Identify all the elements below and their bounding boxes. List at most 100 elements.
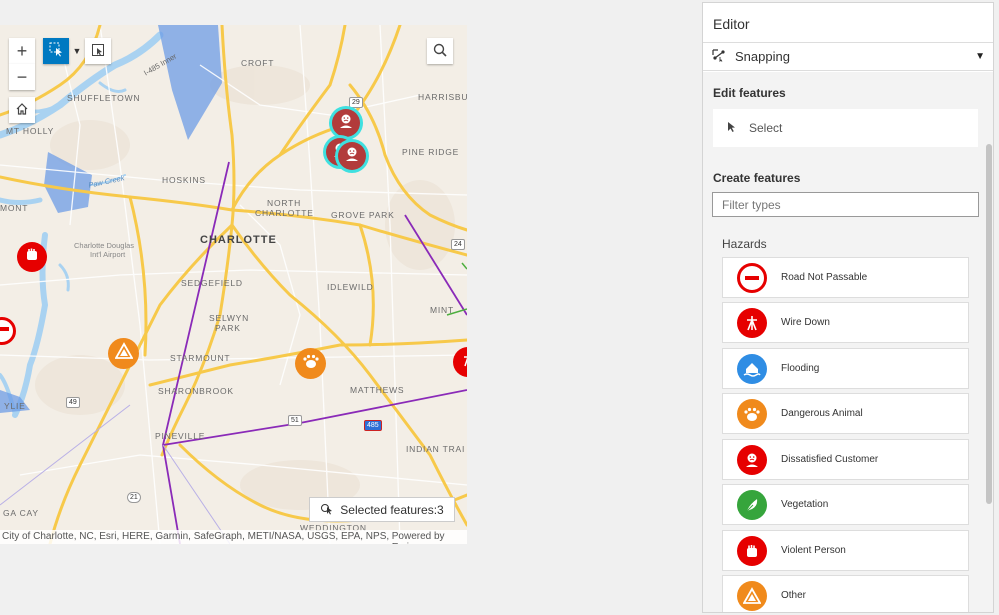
- place-label-ga-cay: GA CAY: [3, 508, 39, 518]
- dangerous-animal-marker[interactable]: [295, 348, 326, 379]
- route-shield-24: 24: [451, 239, 465, 250]
- template-dissatisfied-customer[interactable]: Dissatisfied Customer: [722, 439, 969, 480]
- select-tool-button[interactable]: [43, 38, 69, 64]
- home-icon: [15, 100, 29, 121]
- create-features-heading: Create features: [713, 171, 801, 185]
- route-shield-49: 49: [66, 397, 80, 408]
- template-flooding[interactable]: Flooding: [722, 348, 969, 389]
- place-label-pineville: PINEVILLE: [155, 431, 206, 441]
- edit-features-heading: Edit features: [713, 86, 786, 100]
- flooding-icon: [737, 353, 767, 384]
- template-label: Wire Down: [781, 317, 830, 328]
- other-hazard-marker[interactable]: [108, 338, 139, 369]
- template-violent-person[interactable]: Violent Person: [722, 530, 969, 571]
- template-label: Violent Person: [781, 545, 846, 556]
- dangerous-animal-icon: [737, 398, 767, 429]
- interstate-shield-485: 485: [364, 420, 382, 431]
- powered-by-esri[interactable]: Powered by Esri: [392, 531, 463, 544]
- map-attribution: City of Charlotte, NC, Esri, HERE, Garmi…: [0, 530, 467, 544]
- place-label-mint-hill: MINT: [430, 305, 454, 315]
- select-tool-dropdown[interactable]: ▼: [69, 38, 85, 64]
- lasso-select-button[interactable]: [85, 38, 111, 64]
- attribution-text: City of Charlotte, NC, Esri, HERE, Garmi…: [2, 531, 390, 544]
- dissatisfied-customer-icon: [737, 444, 767, 475]
- violent-person-icon: [23, 246, 41, 269]
- template-label: Other: [781, 590, 807, 601]
- rectangle-select-icon: [48, 41, 64, 62]
- wire-down-icon: [737, 307, 767, 338]
- lasso-select-icon: [91, 41, 105, 62]
- caret-down-icon: ▼: [72, 46, 82, 56]
- template-label: Road Not Passable: [781, 272, 868, 283]
- place-label-matthews: MATTHEWS: [350, 385, 405, 395]
- caret-down-icon: ▼: [975, 51, 985, 62]
- place-label-airport-line1: Charlotte Douglas: [74, 241, 135, 250]
- editor-scrollbar[interactable]: [986, 144, 992, 504]
- template-other[interactable]: Other: [722, 575, 969, 612]
- template-vegetation[interactable]: Vegetation: [722, 484, 969, 525]
- home-button[interactable]: [9, 97, 35, 123]
- selected-features-button[interactable]: Selected features:3: [309, 497, 455, 522]
- sad-face-icon: [337, 112, 355, 135]
- road-not-passable-icon: [737, 262, 767, 293]
- warning-triangle-icon: [113, 342, 134, 365]
- template-label: Dangerous Animal: [781, 408, 863, 419]
- cursor-icon: [727, 121, 737, 136]
- zoom-in-button[interactable]: +: [9, 38, 35, 64]
- snapping-toggle[interactable]: Snapping ▼: [703, 43, 993, 71]
- place-label-selwyn-line1: SELWYN: [209, 313, 250, 323]
- place-label-airport-line2: Int'l Airport: [90, 250, 126, 259]
- place-label-grove-park: GROVE PARK: [331, 210, 395, 220]
- editor-panel: Editor Snapping ▼ Edit features Select C…: [702, 2, 994, 613]
- select-label: Select: [749, 121, 783, 135]
- editor-title: Editor: [703, 3, 993, 43]
- place-label-wylie: YLIE: [4, 401, 26, 411]
- place-label-charlotte: CHARLOTTE: [200, 234, 277, 246]
- snapping-label: Snapping: [735, 49, 790, 64]
- place-label-selwyn-line2: PARK: [215, 323, 241, 333]
- search-icon: [433, 41, 447, 62]
- snapping-icon: [711, 48, 725, 65]
- selection-icon: [320, 501, 334, 518]
- filter-types-input[interactable]: [712, 192, 979, 217]
- select-feature-button[interactable]: Select: [713, 109, 978, 147]
- road-not-passable-icon: [0, 321, 10, 342]
- violent-person-marker[interactable]: [17, 242, 47, 272]
- place-label-indian-trail: INDIAN TRAI: [406, 444, 466, 454]
- paw-print-icon: [301, 351, 321, 376]
- wire-down-icon: [460, 352, 467, 373]
- sad-face-icon: [343, 145, 361, 168]
- place-label-hoskins: HOSKINS: [162, 175, 206, 185]
- editor-scroll-area[interactable]: Edit features Select Create features Haz…: [703, 72, 993, 612]
- place-label-sedgefield: SEDGEFIELD: [181, 278, 243, 288]
- place-label-pine-ridge: PINE RIDGE: [402, 147, 460, 157]
- place-label-shuffletown: SHUFFLETOWN: [67, 93, 141, 103]
- dissatisfied-customer-marker-selected[interactable]: [332, 109, 360, 137]
- place-label-sharonbrook: SHARONBROOK: [158, 386, 234, 396]
- vegetation-icon: [737, 489, 767, 520]
- place-label-starmount: STARMOUNT: [170, 353, 231, 363]
- route-shield-29: 29: [349, 97, 363, 108]
- template-wire-down[interactable]: Wire Down: [722, 302, 969, 343]
- place-label-north-charlotte-line2: CHARLOTTE: [255, 208, 314, 218]
- selected-features-label: Selected features:3: [340, 502, 444, 517]
- template-dangerous-animal[interactable]: Dangerous Animal: [722, 393, 969, 434]
- place-label-harrisburg: HARRISBU: [418, 92, 467, 102]
- zoom-out-button[interactable]: −: [9, 64, 35, 90]
- template-label: Vegetation: [781, 499, 829, 510]
- violent-person-icon: [737, 535, 767, 566]
- place-label-idlewild: IDLEWILD: [327, 282, 374, 292]
- place-label-north-charlotte-line1: NORTH: [267, 198, 302, 208]
- place-label-mt-holly: MT HOLLY: [6, 126, 55, 136]
- place-label-croft: CROFT: [241, 58, 275, 68]
- hazards-group-label: Hazards: [722, 237, 767, 251]
- map-view[interactable]: CROFT HARRISBU SHUFFLETOWN MT HOLLY PINE…: [0, 25, 467, 544]
- template-label: Dissatisfied Customer: [781, 454, 879, 465]
- place-label-mont: MONT: [0, 203, 29, 213]
- other-icon: [737, 580, 767, 611]
- search-button[interactable]: [427, 38, 453, 64]
- template-road-not-passable[interactable]: Road Not Passable: [722, 257, 969, 298]
- dissatisfied-customer-marker-selected[interactable]: [338, 142, 366, 170]
- route-shield-21: 21: [127, 492, 141, 503]
- template-label: Flooding: [781, 363, 820, 374]
